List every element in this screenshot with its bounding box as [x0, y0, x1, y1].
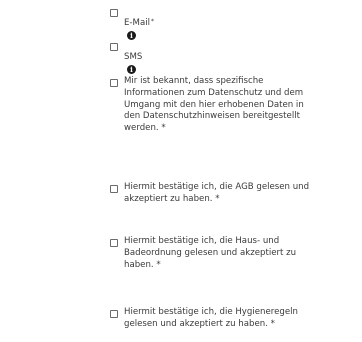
agb-consent-label: Hiermit bestätige ich, die AGB gelesen u… [124, 182, 310, 204]
email-info-icon[interactable]: i [127, 30, 136, 40]
email-checkbox[interactable] [110, 9, 118, 17]
sms-checkbox[interactable] [110, 43, 118, 51]
hygiene-consent-checkbox[interactable] [110, 310, 118, 318]
house-rules-consent-label: Hiermit bestätige ich, die Haus- und Bad… [124, 236, 297, 270]
sms-info-icon[interactable]: i [127, 64, 136, 74]
privacy-consent-checkbox[interactable] [110, 79, 118, 87]
hygiene-consent-label: Hiermit bestätige ich, die Hygieneregeln… [124, 307, 298, 329]
privacy-consent-option[interactable]: Mir ist bekannt, dass spezifische Inform… [110, 76, 304, 135]
sms-label: SMS [124, 51, 143, 62]
agb-consent-checkbox[interactable] [110, 185, 118, 193]
email-required-marker: * [151, 17, 154, 25]
house-rules-consent-checkbox[interactable] [110, 239, 118, 247]
hygiene-consent-option[interactable]: Hiermit bestätige ich, die Hygieneregeln… [110, 307, 298, 331]
privacy-consent-label: Mir ist bekannt, dass spezifische Inform… [124, 76, 304, 134]
house-rules-consent-option[interactable]: Hiermit bestätige ich, die Haus- und Bad… [110, 236, 296, 271]
sms-option[interactable]: SMS i [110, 40, 142, 75]
email-label: E-Mail [124, 17, 150, 28]
email-option[interactable]: E-Mail* i [110, 6, 154, 41]
agb-consent-option[interactable]: Hiermit bestätige ich, die AGB gelesen u… [110, 182, 309, 206]
